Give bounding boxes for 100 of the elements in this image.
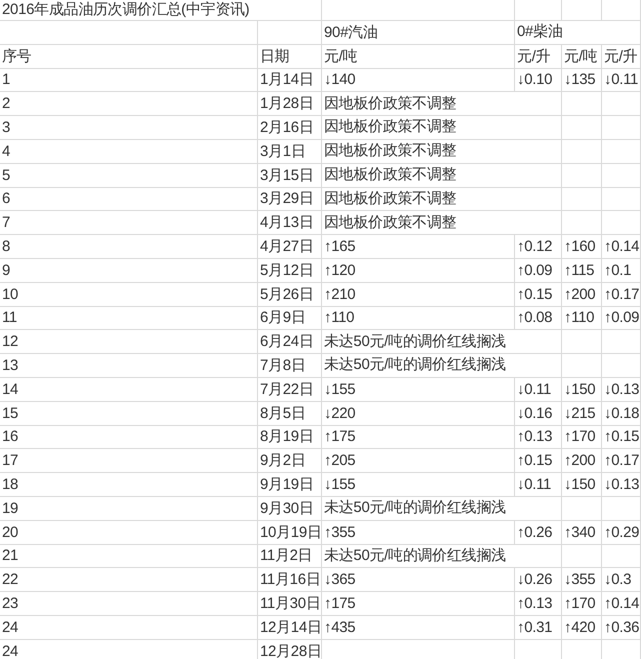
table-cell: 6 [2,191,10,206]
table-cell: ↑0.09 [517,262,552,278]
table-cell: 1 [2,72,10,88]
table-cell: ↓0.10 [517,72,552,88]
table-cell: 24 [2,620,18,635]
table-cell: ↓0.11 [517,382,552,397]
table-cell-text: 因地板价政策不调整 [324,141,456,162]
table-cell: ↑0.13 [517,429,552,444]
table-cell: ↑355 [324,524,356,540]
table-cell: ↓155 [324,382,356,397]
table-cell: 14 [2,382,18,397]
empty-cell [562,0,602,21]
table-cell: ↑0.14 [604,239,640,254]
sheet-title: 2016年成品油历次调价汇总(中宇资讯) [2,0,250,20]
table-cell-text: 未达50元/吨的调价红线搁浅 [324,546,506,566]
column-header: 元/吨 [564,48,598,64]
table-cell: 11月2日 [260,548,312,564]
table-cell: ↑0.15 [517,453,552,468]
table-cell: ↓140 [324,72,356,88]
table-cell: 12 [2,334,18,350]
table-cell: ↓220 [324,406,356,421]
table-cell: 9月2日 [260,453,306,468]
table-cell: ↑0.36 [604,620,640,635]
table-cell: ↑165 [324,239,356,254]
table-cell: 20 [2,524,18,540]
table-cell: ↑0.12 [517,239,552,254]
table-cell: ↓150 [564,477,596,492]
column-group-header: 0#柴油 [517,22,562,42]
table-cell: ↑170 [564,596,596,612]
column-group-header: 90#汽油 [324,24,378,40]
table-cell: ↑0.1 [604,262,632,278]
column-header: 元/吨 [324,48,358,64]
table-cell: 3 [2,120,10,136]
table-cell-text: 因地板价政策不调整 [324,117,456,138]
table-cell: ↑160 [564,239,596,254]
empty-cell [602,188,641,212]
table-cell: ↑0.15 [517,286,552,302]
table-cell: 9月30日 [260,500,314,516]
table-cell: ↑200 [564,453,596,468]
table-cell: ↑110 [324,310,354,326]
table-cell-text: 未达50元/吨的调价红线搁浅 [324,498,506,518]
table-cell: ↓365 [324,572,356,588]
table-cell: ↑0.14 [604,596,640,612]
table-cell: 13 [2,358,18,374]
table-cell-text: 因地板价政策不调整 [324,212,456,233]
table-cell: 1月28日 [260,96,314,112]
table-cell: 9月19日 [260,477,314,492]
table-cell: 18 [2,477,18,492]
table-cell: 3月15日 [260,168,314,183]
column-header: 元/升 [604,48,638,64]
table-cell: ↑0.15 [604,429,640,444]
table-cell: ↓0.11 [517,477,552,492]
table-cell-text: 未达50元/吨的调价红线搁浅 [324,355,506,376]
table-cell: 5月12日 [260,262,314,278]
table-cell: 9 [2,262,10,278]
table-cell-text: 因地板价政策不调整 [324,94,456,114]
table-cell: 8 [2,239,10,254]
table-cell: ↑175 [324,596,356,612]
table-cell: ↓135 [564,72,596,88]
table-cell: ↓0.13 [604,477,640,492]
table-cell: ↑0.13 [517,596,552,612]
table-cell: ↓155 [324,477,356,492]
table-cell: ↓0.13 [604,382,640,397]
table-cell: ↓0.18 [604,406,640,421]
table-cell: ↑0.31 [517,620,552,635]
table-cell: ↓0.16 [517,406,552,421]
table-cell: ↑200 [564,286,596,302]
table-cell: 8月5日 [260,406,306,421]
table-cell: 8月19日 [260,429,314,444]
table-cell: ↓150 [564,382,596,397]
table-cell: 12月14日 [260,620,322,635]
table-cell: 23 [2,596,18,612]
table-cell: ↑0.09 [604,310,640,326]
table-cell: ↑205 [324,453,356,468]
table-cell: 7月22日 [260,382,314,397]
table-cell: ↓0.11 [604,72,638,88]
table-cell: ↑110 [564,310,594,326]
table-cell: ↑340 [564,524,596,540]
table-cell: 6月24日 [260,334,314,350]
table-cell: 17 [2,453,18,468]
table-cell: 11月16日 [260,572,320,588]
table-cell: 19 [2,500,18,516]
table-cell: 24 [2,644,18,659]
table-cell: 5 [2,168,10,183]
table-cell: 11 [2,310,17,326]
table-cell: ↓0.3 [604,572,632,588]
table-cell: ↑0.08 [517,310,552,326]
table-cell: ↑120 [324,262,356,278]
empty-cell [602,140,641,164]
table-cell-text: 因地板价政策不调整 [324,188,456,209]
table-cell: ↑435 [324,620,356,635]
table-cell: 4 [2,144,10,159]
table-cell: ↑175 [324,429,356,444]
table-cell: ↑210 [324,286,356,302]
table-cell: 3月1日 [260,144,306,159]
table-cell-text: 未达50元/吨的调价红线搁浅 [324,332,506,352]
table-cell: ↓0.26 [517,572,552,588]
table-cell: ↑0.17 [604,286,640,302]
table-cell: 1月14日 [260,72,314,88]
table-cell: 15 [2,406,18,421]
